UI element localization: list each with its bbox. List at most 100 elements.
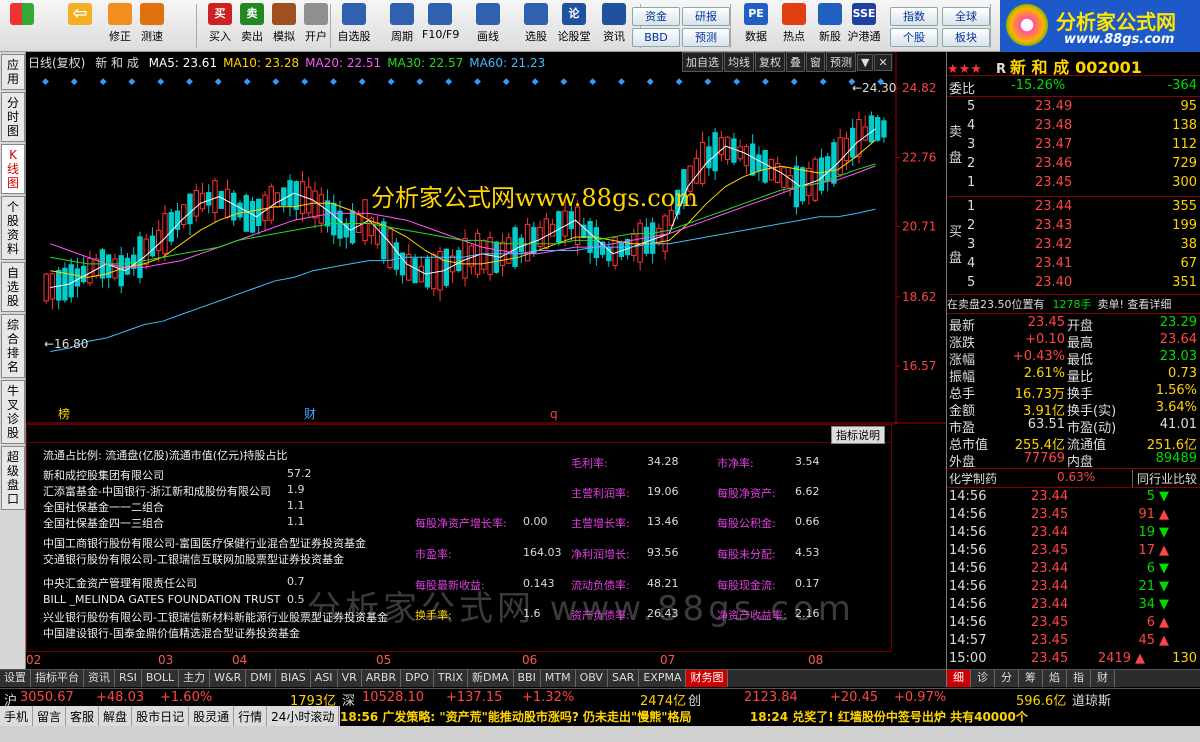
- indicator-tab-15[interactable]: BBI: [513, 670, 541, 687]
- small-button-7[interactable]: 板块: [942, 28, 990, 47]
- sell-row[interactable]: 5 23.49 95: [947, 99, 1200, 116]
- small-button-0[interactable]: 资金: [632, 7, 680, 26]
- dropdown-icon[interactable]: ▼: [857, 54, 874, 71]
- buy-row[interactable]: 3 23.42 38: [947, 237, 1200, 254]
- toolbar-button-14[interactable]: 资讯: [596, 3, 632, 49]
- left-tab-1[interactable]: 分时图: [1, 92, 25, 142]
- sell-row[interactable]: 2 23.46 729: [947, 156, 1200, 173]
- quote-tab-2[interactable]: 分: [995, 670, 1019, 687]
- status-item-0[interactable]: 手机: [0, 706, 34, 727]
- indicator-tab-7[interactable]: DMI: [246, 670, 277, 687]
- arrow-down-icon: ▼: [1159, 489, 1169, 504]
- order-info-row[interactable]: 在卖盘23.50位置有 1278手 卖单! 查看详细: [947, 296, 1200, 313]
- indicator-tab-14[interactable]: 新DMA: [468, 670, 514, 687]
- quote-tab-6[interactable]: 财: [1091, 670, 1115, 687]
- indicator-tab-11[interactable]: ARBR: [361, 670, 402, 687]
- small-button-2[interactable]: 指数: [890, 7, 938, 26]
- news-ticker[interactable]: 18:56 广发策略: "资产荒"能推动股市涨吗? 仍未走出"慢熊"格局 18:…: [340, 706, 1200, 726]
- small-button-5[interactable]: 预测: [682, 28, 730, 47]
- chart-tool-5[interactable]: 预测: [826, 52, 856, 72]
- left-tab-0[interactable]: 应用: [1, 54, 25, 90]
- left-tab-2[interactable]: K线图: [1, 144, 25, 194]
- quote-tab-0[interactable]: 细: [947, 670, 971, 687]
- toolbar-button-3[interactable]: 测速: [134, 3, 170, 49]
- toolbar-button-7[interactable]: 开户: [298, 3, 334, 49]
- small-button-6[interactable]: 个股: [890, 28, 938, 47]
- indicator-tab-20[interactable]: 财务图: [686, 670, 729, 687]
- chart-tool-1[interactable]: 均线: [724, 52, 754, 72]
- buy-row[interactable]: 5 23.40 351: [947, 275, 1200, 292]
- event-marker-2[interactable]: q: [550, 407, 558, 421]
- toolbar-button-9[interactable]: 周期: [384, 3, 420, 49]
- buy-row[interactable]: 2 23.43 199: [947, 218, 1200, 235]
- status-item-6[interactable]: 行情: [234, 706, 268, 727]
- indicator-tab-3[interactable]: RSI: [115, 670, 142, 687]
- left-tab-4[interactable]: 自选股: [1, 262, 25, 312]
- status-item-4[interactable]: 股市日记: [132, 706, 190, 727]
- indicator-tab-12[interactable]: DPO: [401, 670, 434, 687]
- toolbar-button-2[interactable]: 修正: [102, 3, 138, 49]
- indicator-tab-0[interactable]: 设置: [0, 670, 31, 687]
- status-item-7[interactable]: 24小时滚动: [267, 706, 340, 727]
- indicator-tab-2[interactable]: 资讯: [84, 670, 115, 687]
- chart-tool-3[interactable]: 叠: [786, 52, 805, 72]
- toolbar-button-10[interactable]: F10/F9: [422, 3, 459, 49]
- sell-row[interactable]: 4 23.48 138: [947, 118, 1200, 135]
- toolbar-button-5[interactable]: 卖卖出: [234, 3, 270, 49]
- indicator-tab-17[interactable]: OBV: [575, 670, 608, 687]
- left-tab-6[interactable]: 牛叉诊股: [1, 380, 25, 444]
- news-ticker-2[interactable]: 18:24 兑奖了! 红墙股份中签号出炉 共有40000个: [750, 710, 1028, 724]
- indicator-tab-8[interactable]: BIAS: [276, 670, 311, 687]
- toolbar-button-16[interactable]: 热点: [776, 3, 812, 49]
- toolbar-button-18[interactable]: SSE 沪港通: [846, 3, 882, 49]
- toolbar-button-13[interactable]: 论论股堂: [556, 3, 592, 49]
- small-button-3[interactable]: 全球: [942, 7, 990, 26]
- industry-compare-button[interactable]: 同行业比较: [1131, 470, 1197, 487]
- status-item-1[interactable]: 留言: [33, 706, 67, 727]
- indicator-tab-16[interactable]: MTM: [540, 670, 576, 687]
- quote-tab-4[interactable]: 焰: [1043, 670, 1067, 687]
- buy-row[interactable]: 4 23.41 67: [947, 256, 1200, 273]
- event-marker-0[interactable]: 榜: [58, 406, 70, 421]
- indicator-tab-18[interactable]: SAR: [607, 670, 640, 687]
- news-ticker-1[interactable]: 18:56 广发策略: "资产荒"能推动股市涨吗? 仍未走出"慢熊"格局: [340, 710, 692, 724]
- status-item-2[interactable]: 客服: [66, 706, 100, 727]
- quote-tab-3[interactable]: 筹: [1019, 670, 1043, 687]
- status-item-3[interactable]: 解盘: [99, 706, 133, 727]
- toolbar-button-12[interactable]: 选股: [518, 3, 554, 49]
- buy-row[interactable]: 1 23.44 355: [947, 199, 1200, 216]
- toolbar-button-1[interactable]: ⇦: [62, 3, 98, 49]
- indicator-tab-9[interactable]: ASI: [310, 670, 338, 687]
- toolbar-button-4[interactable]: 买买入: [202, 3, 238, 49]
- small-button-4[interactable]: BBD: [632, 28, 680, 47]
- indicator-tab-19[interactable]: EXPMA: [639, 670, 687, 687]
- quote-tab-5[interactable]: 指: [1067, 670, 1091, 687]
- left-tab-5[interactable]: 综合排名: [1, 314, 25, 378]
- close-chart-icon[interactable]: ✕: [874, 54, 892, 71]
- indicator-tab-10[interactable]: VR: [337, 670, 362, 687]
- indicator-tab-6[interactable]: W&R: [210, 670, 247, 687]
- indicator-tab-5[interactable]: 主力: [179, 670, 211, 687]
- kline-chart[interactable]: 24.82 22.76 20.71 18.62 16.57 ◆ ◆ ◆ ◆ ◆ ◆ ◆ ◆ ◆ ◆ ◆ ◆ ◆ ◆ ◆…: [26, 52, 946, 424]
- chart-tool-4[interactable]: 窗: [806, 52, 825, 72]
- indicator-explain-button[interactable]: 指标说明: [831, 426, 885, 444]
- indicator-tab-4[interactable]: BOLL: [141, 670, 180, 687]
- sell-row[interactable]: 1 23.45 300: [947, 175, 1200, 192]
- toolbar-button-6[interactable]: 模拟: [266, 3, 302, 49]
- status-item-5[interactable]: 股灵通: [189, 706, 235, 727]
- toolbar-button-15[interactable]: PE 数据: [738, 3, 774, 49]
- event-marker-1[interactable]: 财: [304, 407, 316, 421]
- chart-tool-2[interactable]: 复权: [755, 52, 785, 72]
- quote-tab-1[interactable]: 诊: [971, 670, 995, 687]
- sell-row[interactable]: 3 23.47 112: [947, 137, 1200, 154]
- toolbar-button-11[interactable]: 画线: [470, 3, 506, 49]
- toolbar-button-17[interactable]: 新股: [812, 3, 848, 49]
- toolbar-button-0[interactable]: [4, 3, 40, 49]
- indicator-tab-1[interactable]: 指标平台: [31, 670, 84, 687]
- left-tab-3[interactable]: 个股资料: [1, 196, 25, 260]
- small-button-1[interactable]: 研报: [682, 7, 730, 26]
- left-tab-7[interactable]: 超级盘口: [1, 446, 25, 510]
- chart-tool-0[interactable]: 加自选: [682, 52, 723, 72]
- toolbar-button-8[interactable]: 自选股: [336, 3, 372, 49]
- indicator-tab-13[interactable]: TRIX: [433, 670, 469, 687]
